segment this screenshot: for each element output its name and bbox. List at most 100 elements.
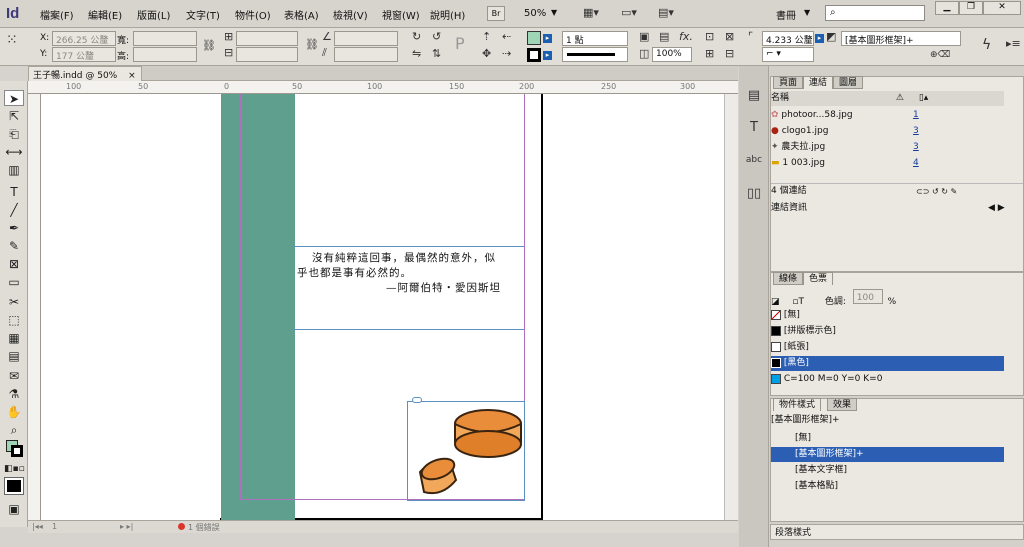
object-style-item[interactable]: [基本格點] <box>771 479 1004 494</box>
rectangle-tool-icon[interactable]: ▭ <box>4 274 24 290</box>
drop-shadow-icon[interactable]: ▣ <box>639 31 649 43</box>
object-style-dropdown[interactable]: [基本圖形框架]+ <box>841 31 961 46</box>
rotate-ccw-icon[interactable]: ↺ <box>432 31 441 43</box>
text-wrap-icon[interactable]: ▤ <box>659 31 669 43</box>
content-collector-tool-icon[interactable]: ▥ <box>4 162 24 178</box>
menu-object[interactable]: 物件(O) <box>235 7 271 22</box>
select-next-icon[interactable]: ⇢ <box>502 48 511 60</box>
page-tool-icon[interactable]: ⎗ <box>4 126 24 142</box>
object-style-item[interactable]: [無] <box>771 431 1004 446</box>
y-position-field[interactable]: 177 公釐 <box>52 47 116 62</box>
search-input[interactable]: ⌕ <box>825 5 925 21</box>
normal-view-mode-icon[interactable] <box>4 477 24 495</box>
image-frame[interactable] <box>407 397 525 501</box>
document-tab[interactable]: 王子暢.indd @ 50% × <box>28 66 142 81</box>
note-tool-icon[interactable]: ✉ <box>4 368 24 384</box>
zoom-tool-icon[interactable]: ⌕ <box>4 422 24 438</box>
link-row[interactable]: ● clogo1.jpg 3 <box>771 124 1004 139</box>
gap-tool-icon[interactable]: ⟷ <box>4 144 24 160</box>
stroke-dropdown-icon[interactable]: ▸ <box>543 51 552 60</box>
menu-type[interactable]: 文字(T) <box>186 7 220 22</box>
rectangle-frame-tool-icon[interactable]: ⊠ <box>4 256 24 272</box>
workspace-dropdown-icon[interactable]: ▼ <box>804 8 810 17</box>
menu-edit[interactable]: 編輯(E) <box>88 7 122 22</box>
frame-size-field[interactable]: 4.233 公釐 <box>762 31 814 46</box>
corner-shape-dropdown[interactable]: ⌐ ▾ <box>762 47 814 62</box>
gradient-swatch-tool-icon[interactable]: ▦ <box>4 330 24 346</box>
menu-table[interactable]: 表格(A) <box>284 7 319 22</box>
book-panel-icon[interactable]: ▯▯ <box>744 187 764 200</box>
tab-layers[interactable]: 圖層 <box>833 76 864 89</box>
stroke-weight-field[interactable]: 1 點 <box>562 31 628 46</box>
width-field[interactable] <box>133 31 197 46</box>
rotate-field[interactable] <box>334 31 398 46</box>
stroke-color-swatch[interactable] <box>527 48 541 62</box>
type-panel-icon[interactable]: T <box>744 121 764 134</box>
restore-button[interactable]: ❐ <box>959 1 983 15</box>
link-info-nav-icon[interactable]: ◀ ▶ <box>988 201 1005 216</box>
height-field[interactable] <box>133 47 197 62</box>
menu-help[interactable]: 說明(H) <box>430 7 465 22</box>
document-canvas[interactable]: 沒有純粹這回事，最偶然的意外，似 乎也都是事有必然的。 —阿爾伯特・愛因斯坦 <box>41 94 738 520</box>
fit-frame-icon[interactable]: ⊠ <box>725 31 734 43</box>
free-transform-tool-icon[interactable]: ⬚ <box>4 312 24 328</box>
workspace-switcher[interactable]: 書冊 <box>776 7 796 22</box>
tab-links[interactable]: 連結 <box>803 76 834 89</box>
swatch-row[interactable]: C=100 M=0 Y=0 K=0 <box>771 372 1004 387</box>
link-page[interactable]: 3 <box>913 124 919 139</box>
screen-mode-icon[interactable]: ▭▾ <box>621 7 637 19</box>
fill-stroke-icon[interactable]: ◪ <box>771 297 780 307</box>
reference-point-icon[interactable]: ⁙ <box>6 33 18 47</box>
pen-tool-icon[interactable]: ✒ <box>4 220 24 236</box>
link-page[interactable]: 1 <box>913 108 919 123</box>
eyedropper-tool-icon[interactable]: ⚗ <box>4 386 24 402</box>
scale-x-field[interactable] <box>236 31 298 46</box>
new-object-style-icon[interactable]: ⊕⌫ <box>930 49 950 61</box>
swatch-row[interactable]: [拼版標示色] <box>771 324 1004 339</box>
frame-size-stepper-icon[interactable]: ▸ <box>815 34 824 43</box>
flip-vertical-icon[interactable]: ⇅ <box>432 48 441 60</box>
zoom-dropdown-icon[interactable]: ▼ <box>551 8 557 17</box>
zoom-level[interactable]: 50% <box>524 8 546 19</box>
adobe-hints-icon[interactable]: ϟ <box>982 38 991 52</box>
object-style-item-selected[interactable]: [基本圖形框架]+ <box>771 447 1004 462</box>
direct-selection-tool-icon[interactable]: ⇱ <box>4 108 24 124</box>
hand-tool-icon[interactable]: ✋ <box>4 404 24 420</box>
shear-field[interactable] <box>334 47 398 62</box>
pencil-tool-icon[interactable]: ✎ <box>4 238 24 254</box>
select-container-icon[interactable]: ⇡ <box>482 31 491 43</box>
fill-dropdown-icon[interactable]: ▸ <box>543 34 552 43</box>
center-content-icon[interactable]: ⊟ <box>725 48 734 60</box>
apply-color-icon[interactable]: ◧▪▫ <box>4 461 25 477</box>
menu-layout[interactable]: 版面(L) <box>137 7 170 22</box>
menu-window[interactable]: 視窗(W) <box>382 7 420 22</box>
rotate-cw-icon[interactable]: ↻ <box>412 31 421 43</box>
pages-panel-icon[interactable]: ▤ <box>744 89 764 102</box>
menu-view[interactable]: 檢視(V) <box>333 7 368 22</box>
quote-text-frame[interactable]: 沒有純粹這回事，最偶然的意外，似 乎也都是事有必然的。 —阿爾伯特・愛因斯坦 <box>294 246 524 330</box>
effects-fx-icon[interactable]: fx. <box>679 31 693 43</box>
constrain-proportions-icon[interactable]: ⛓ <box>202 40 216 52</box>
link-page[interactable]: 3 <box>913 140 919 155</box>
menu-file[interactable]: 檔案(F) <box>40 7 74 22</box>
type-tool-icon[interactable]: T <box>4 184 24 200</box>
line-tool-icon[interactable]: ╱ <box>4 202 24 218</box>
bridge-button[interactable]: Br <box>487 6 505 21</box>
scale-y-field[interactable] <box>236 47 298 62</box>
view-options-icon[interactable]: ▦▾ <box>583 7 599 19</box>
stroke-swatch-icon[interactable] <box>11 445 23 457</box>
swatch-row[interactable]: [紙張] <box>771 340 1004 355</box>
page-number-field[interactable]: 1 <box>52 522 57 531</box>
first-page-icon[interactable]: |◂◂ <box>32 522 43 531</box>
flip-horizontal-icon[interactable]: ⇋ <box>412 48 421 60</box>
vertical-scrollbar[interactable] <box>724 94 738 520</box>
object-style-item[interactable]: [基本文字框] <box>771 463 1004 478</box>
tab-swatches[interactable]: 色票 <box>803 272 834 285</box>
link-actions-icons[interactable]: ⊂⊃ ↺ ↻ ✎ <box>916 184 957 199</box>
preflight-status[interactable]: 1 個錯誤 <box>188 522 220 533</box>
tab-stroke[interactable]: 線條 <box>773 272 804 285</box>
arrange-documents-icon[interactable]: ▤▾ <box>658 7 674 19</box>
scissors-tool-icon[interactable]: ✂ <box>4 294 24 310</box>
control-panel-menu-icon[interactable]: ▸≡ <box>1006 38 1021 50</box>
container-text-icon[interactable]: ▫T <box>792 297 804 307</box>
